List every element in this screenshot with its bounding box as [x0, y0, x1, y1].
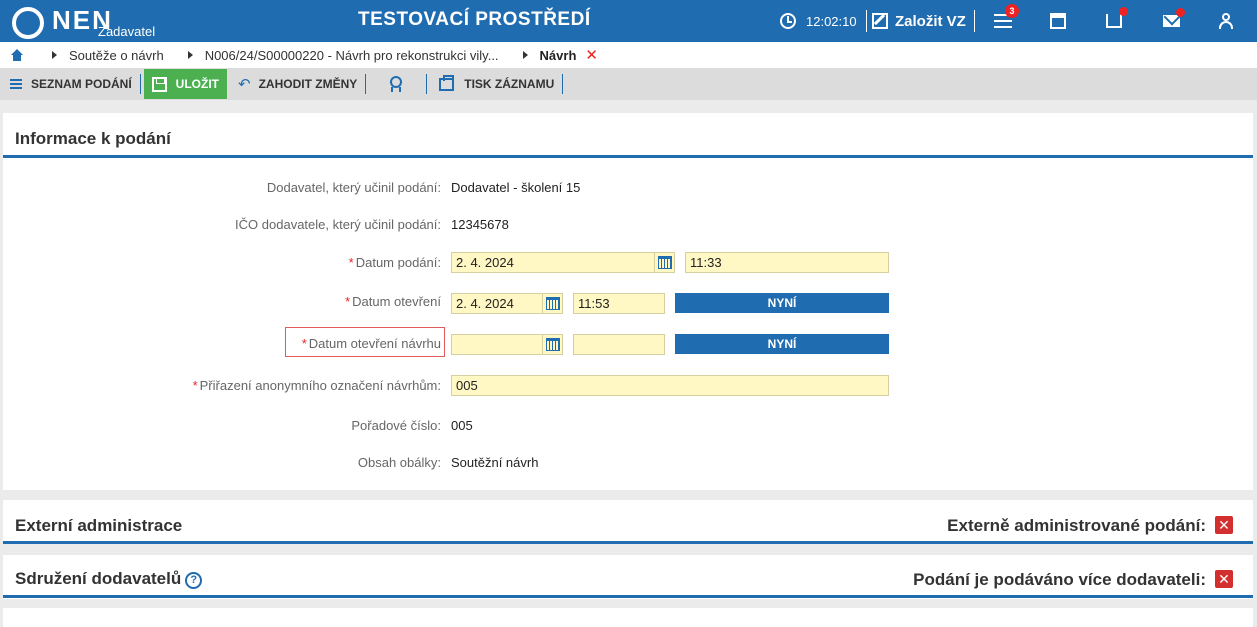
print-label: TISK ZÁZNAMU [464, 77, 555, 91]
close-tab-icon[interactable]: ✕ [585, 46, 598, 64]
list-icon [10, 79, 22, 89]
clock-value: 12:02:10 [806, 13, 857, 29]
ico-value: 12345678 [451, 217, 509, 232]
header-separator [866, 10, 867, 32]
order-value: 005 [451, 418, 473, 433]
user-icon [1218, 13, 1234, 29]
calendar-icon [657, 256, 672, 269]
logo-subtitle: Zadavatel [98, 24, 156, 39]
design-open-calendar-button[interactable] [543, 334, 563, 355]
panel-underline [3, 595, 1253, 598]
breadcrumb-arrow-icon [52, 51, 57, 59]
calculator-button[interactable] [1046, 0, 1070, 42]
open-now-button[interactable]: NYNÍ [675, 293, 889, 313]
external-admin-checkbox[interactable]: ✕ [1215, 516, 1233, 534]
header-separator [974, 10, 975, 32]
floppy-icon [151, 76, 167, 92]
association-title: Sdružení dodavatelů? [15, 569, 203, 589]
next-panel [3, 608, 1253, 627]
panel-underline [3, 541, 1253, 544]
breadcrumb: Soutěže o návrh N006/24/S00000220 - Návr… [0, 42, 1257, 68]
design-open-date-input[interactable] [451, 334, 543, 355]
toolbar-separator [139, 74, 141, 94]
inbox-button[interactable] [1102, 0, 1128, 42]
breadcrumb-item-current: Návrh [539, 47, 577, 63]
envelope-value: Soutěžní návrh [451, 455, 539, 470]
submit-time-input[interactable]: 11:33 [685, 252, 889, 273]
submit-date-label: * Datum podání: [348, 255, 441, 270]
breadcrumb-arrow-icon [522, 51, 528, 59]
mail-button[interactable] [1159, 0, 1185, 42]
undo-icon: ↶ [238, 76, 251, 93]
info-panel-title: Informace k podání [15, 129, 171, 148]
breadcrumb-item-contest[interactable]: N006/24/S00000220 - Návrh pro rekonstruk… [205, 48, 499, 63]
breadcrumb-item-contests[interactable]: Soutěže o návrh [69, 48, 164, 63]
external-admin-title: Externí administrace [15, 516, 183, 535]
notification-dot [1119, 7, 1128, 16]
user-button[interactable] [1214, 0, 1238, 42]
calendar-icon [545, 338, 560, 351]
panel-underline [3, 155, 1253, 158]
help-icon[interactable]: ? [185, 572, 203, 589]
discard-label: ZAHODIT ZMĚNY [258, 77, 358, 91]
logo-icon [12, 7, 44, 39]
submit-date-input[interactable]: 2. 4. 2024 [451, 252, 655, 273]
external-admin-label: Externě administrované podání: [947, 516, 1206, 535]
menu-badge: 3 [1005, 4, 1019, 18]
mail-icon [1162, 15, 1180, 27]
notification-dot [1176, 8, 1185, 17]
clock-icon [780, 13, 796, 29]
environment-title: TESTOVACÍ PROSTŘEDÍ [358, 9, 591, 30]
open-time-input[interactable]: 11:53 [573, 293, 665, 314]
design-open-now-button[interactable]: NYNÍ [675, 334, 889, 354]
design-open-label: * Datum otevření návrhu [301, 336, 441, 351]
supplier-value: Dodavatel - školení 15 [451, 180, 581, 195]
submit-date-calendar-button[interactable] [655, 252, 675, 273]
submissions-list-label: SEZNAM PODÁNÍ [31, 77, 132, 91]
anon-label: * Přiřazení anonymního označení návrhům: [192, 378, 441, 393]
printer-icon [439, 74, 455, 91]
toolbar-separator [562, 74, 564, 94]
inbox-icon [1106, 14, 1122, 28]
open-date-input[interactable]: 2. 4. 2024 [451, 293, 543, 314]
multi-supplier-label: Podání je podáváno více dodavateli: [913, 570, 1206, 589]
edit-icon [872, 13, 888, 29]
order-label: Pořadové číslo: [351, 418, 441, 433]
calculator-icon [1050, 13, 1066, 29]
menu-button[interactable]: 3 [991, 0, 1019, 42]
create-vz-label: Založit VZ [895, 12, 966, 30]
toolbar: SEZNAM PODÁNÍ ULOŽIT ↶ ZAHODIT ZMĚNY TIS… [0, 68, 1257, 100]
anon-input[interactable]: 005 [451, 375, 889, 396]
calendar-icon [545, 297, 560, 310]
design-open-time-input[interactable] [573, 334, 665, 355]
award-button[interactable] [366, 70, 426, 98]
breadcrumb-arrow-icon [187, 51, 193, 59]
session-clock: 12:02:10 [780, 0, 857, 42]
print-record-button[interactable]: TISK ZÁZNAMU [427, 70, 562, 98]
top-bar: NEN Zadavatel TESTOVACÍ PROSTŘEDÍ 12:02:… [0, 0, 1257, 42]
create-vz-button[interactable]: Založit VZ [872, 0, 966, 42]
submissions-list-button[interactable]: SEZNAM PODÁNÍ [0, 70, 140, 98]
supplier-label: Dodavatel, který učinil podání: [266, 180, 441, 195]
open-date-calendar-button[interactable] [543, 293, 563, 314]
save-button[interactable]: ULOŽIT [143, 69, 227, 99]
discard-changes-button[interactable]: ↶ ZAHODIT ZMĚNY [230, 70, 365, 98]
envelope-label: Obsah obálky: [357, 455, 441, 470]
open-date-label: * Datum otevření [345, 294, 441, 309]
ico-label: IČO dodavatele, který učinil podání: [235, 217, 441, 232]
home-icon[interactable] [10, 48, 24, 62]
save-label: ULOŽIT [175, 77, 219, 91]
award-icon [388, 76, 404, 92]
multi-supplier-checkbox[interactable]: ✕ [1215, 570, 1233, 588]
